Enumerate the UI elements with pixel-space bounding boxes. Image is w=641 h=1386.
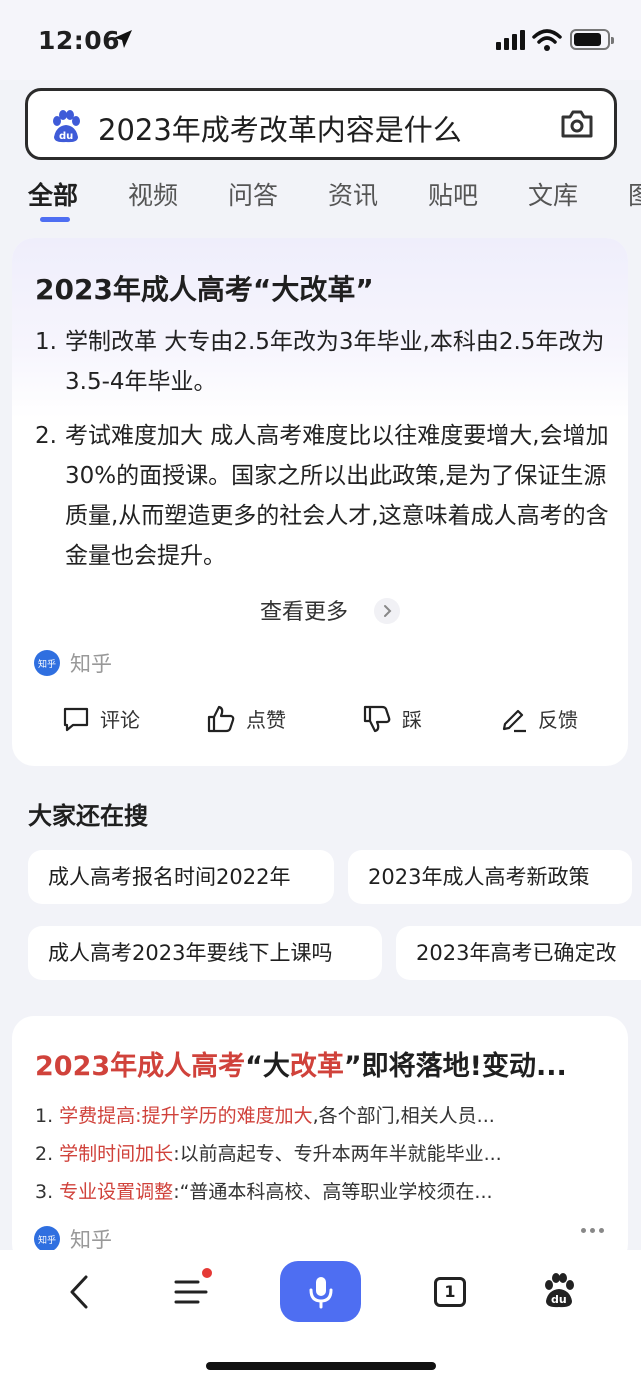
result-card[interactable]: 2023年成人高考“大改革”即将落地!变动... 1. 学费提高:提升学历的难度… xyxy=(12,1016,628,1266)
home-indicator[interactable] xyxy=(206,1362,436,1370)
wifi-icon xyxy=(532,29,562,51)
category-tabs: 全部 视频 问答 资讯 贴吧 文库 图 xyxy=(0,172,641,226)
view-more-link[interactable]: 查看更多 xyxy=(260,594,348,626)
comment-icon xyxy=(63,707,89,731)
status-bar: 12:06 xyxy=(0,0,641,80)
related-search-chip[interactable]: 成人高考报名时间2022年 xyxy=(28,850,334,904)
tab-switcher-button[interactable]: 1 xyxy=(434,1277,466,1307)
tab-all[interactable]: 全部 xyxy=(28,176,78,212)
thumbs-up-icon xyxy=(207,705,235,732)
battery-icon xyxy=(570,29,614,50)
tab-qa[interactable]: 问答 xyxy=(228,176,278,212)
tab-news[interactable]: 资讯 xyxy=(328,176,378,212)
source[interactable]: 知乎 知乎 xyxy=(34,648,112,678)
search-input[interactable]: 2023年成考改革内容是什么 xyxy=(98,107,462,149)
answer-title: 2023年成人高考“大改革” xyxy=(35,273,374,306)
thumbs-down-icon xyxy=(363,705,391,732)
svg-text:du: du xyxy=(59,131,73,142)
back-arrow-icon[interactable] xyxy=(66,1274,94,1310)
result-snippet-item: 1. 学费提高:提升学历的难度加大,各个部门,相关人员... xyxy=(35,1105,495,1127)
related-search-chip[interactable]: 成人高考2023年要线下上课吗 xyxy=(28,926,382,980)
status-time: 12:06 xyxy=(38,26,121,55)
bottom-toolbar: 1 du xyxy=(0,1250,641,1386)
answer-actions: 评论 点赞 踩 反馈 xyxy=(12,704,628,744)
result-snippet-item: 3. 专业设置调整:“普通本科高校、高等职业学校须在... xyxy=(35,1181,493,1203)
cellular-signal-icon xyxy=(496,30,525,50)
location-arrow-icon xyxy=(114,30,132,48)
tab-tieba[interactable]: 贴吧 xyxy=(428,176,478,212)
svg-text:du: du xyxy=(551,1293,567,1306)
microphone-icon xyxy=(309,1276,332,1308)
notification-dot xyxy=(202,1268,212,1278)
result-title[interactable]: 2023年成人高考“大改革”即将落地!变动... xyxy=(35,1044,610,1083)
voice-search-button[interactable] xyxy=(280,1261,361,1322)
answer-item: 1. 学制改革 大专由2.5年改为3年毕业,本科由2.5年改为3.5-4年毕业。 xyxy=(35,329,605,395)
baidu-home-icon[interactable]: du xyxy=(540,1272,578,1310)
chevron-right-icon[interactable] xyxy=(374,598,400,624)
baidu-paw-icon: du xyxy=(53,110,80,143)
active-tab-indicator xyxy=(40,217,70,222)
zhihu-logo-icon: 知乎 xyxy=(34,650,60,676)
source-name: 知乎 xyxy=(70,652,112,676)
menu-icon[interactable] xyxy=(174,1276,208,1308)
tab-images[interactable]: 图 xyxy=(628,176,641,212)
answer-item: 2. 考试难度加大 成人高考难度比以往难度要增大,会增加30%的面授课。国家之所… xyxy=(35,423,609,569)
more-options-icon[interactable] xyxy=(581,1228,604,1233)
answer-card: 2023年成人高考“大改革” 1. 学制改革 大专由2.5年改为3年毕业,本科由… xyxy=(12,238,628,766)
tab-wenku[interactable]: 文库 xyxy=(528,176,578,212)
zhihu-logo-icon: 知乎 xyxy=(34,1226,60,1252)
result-snippet-item: 2. 学制时间加长:以前高起专、专升本两年半就能毕业... xyxy=(35,1143,502,1165)
tab-video[interactable]: 视频 xyxy=(128,176,178,212)
like-button[interactable]: 点赞 xyxy=(206,704,286,733)
comment-button[interactable]: 评论 xyxy=(62,704,140,733)
edit-pencil-icon xyxy=(502,709,526,732)
related-search-chip[interactable]: 2023年成人高考新政策 xyxy=(348,850,632,904)
related-searches-title: 大家还在搜 xyxy=(28,802,148,830)
related-search-chip[interactable]: 2023年高考已确定改 xyxy=(396,926,641,980)
dislike-button[interactable]: 踩 xyxy=(362,704,422,733)
camera-icon[interactable] xyxy=(560,109,594,139)
feedback-button[interactable]: 反馈 xyxy=(500,704,578,733)
search-box[interactable]: du 2023年成考改革内容是什么 xyxy=(25,88,617,160)
